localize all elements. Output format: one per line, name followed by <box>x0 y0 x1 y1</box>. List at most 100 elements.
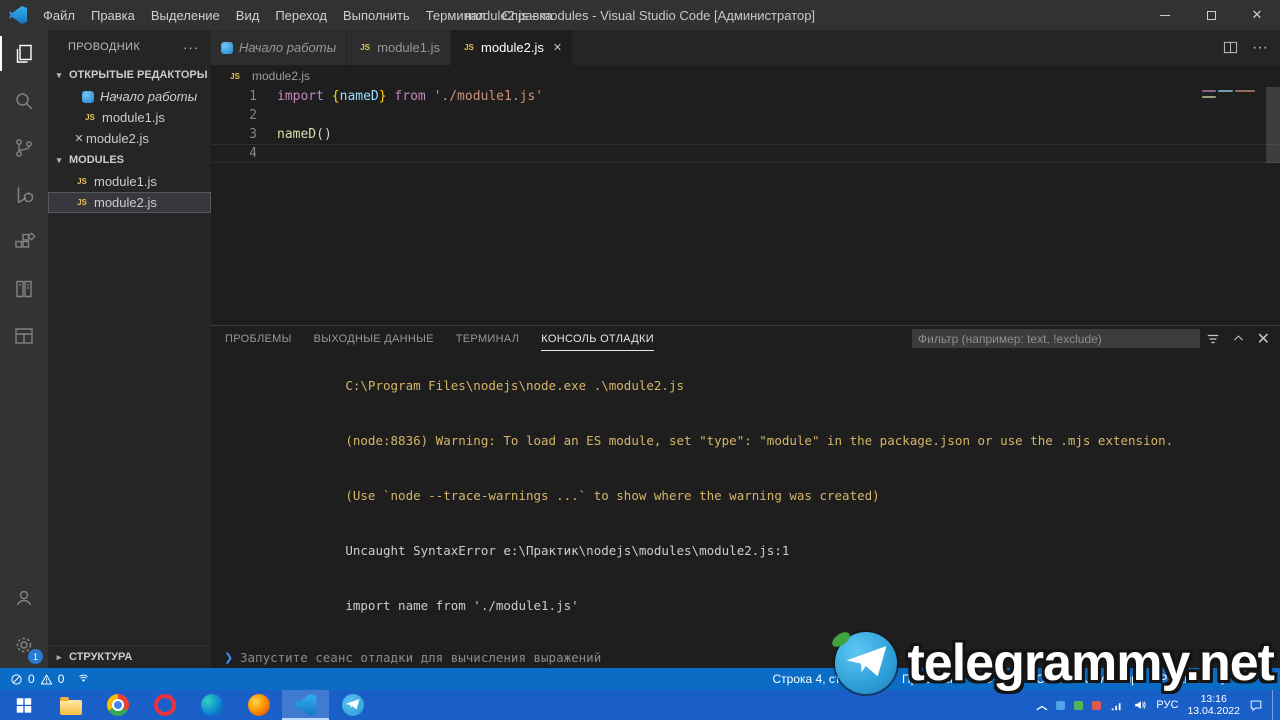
filter-input[interactable] <box>912 329 1200 348</box>
search-icon[interactable] <box>0 77 48 124</box>
editor-tab[interactable]: module2.js ✕ <box>451 30 574 65</box>
window-title: module2.js - modules - Visual Studio Cod… <box>464 7 816 23</box>
open-editors-header[interactable]: ▾ ОТКРЫТЫЕ РЕДАКТОРЫ <box>48 64 211 86</box>
extensions-icon[interactable] <box>0 218 48 265</box>
source-control-icon[interactable] <box>0 124 48 171</box>
line-number[interactable]: 3 <box>211 125 257 144</box>
status-extra-icon[interactable] <box>77 673 90 686</box>
title-bar: Файл Правка Выделение Вид Переход Выполнить Те… <box>0 0 1280 30</box>
close-icon[interactable]: ✕ <box>1234 0 1280 30</box>
split-editor-icon[interactable] <box>1223 40 1238 55</box>
status-item[interactable]: JavaScript <box>1076 672 1150 686</box>
more-actions-icon[interactable]: ··· <box>183 40 199 55</box>
explorer-icon[interactable] <box>0 30 48 77</box>
line-number[interactable]: 2 <box>211 106 257 125</box>
settings-gear-icon[interactable]: 1 <box>0 621 48 668</box>
hidden-icons-chevron-icon[interactable]: ︿ <box>1036 697 1047 713</box>
editor-tab[interactable]: module1.js ✕ <box>347 30 452 65</box>
clock[interactable]: 13:16 13.04.2022 <box>1187 693 1240 717</box>
book-icon[interactable] <box>0 265 48 312</box>
keyboard-language[interactable]: РУС <box>1156 699 1178 711</box>
code-line[interactable]: 1 import {nameD} from './module1.js' <box>211 87 1280 106</box>
status-item[interactable]: Prettier <box>1150 672 1207 686</box>
menu-item[interactable]: Выполнить <box>335 0 418 30</box>
open-editor-item[interactable]: ✕ module1.js <box>48 107 211 128</box>
close-icon[interactable]: ✕ <box>72 132 86 145</box>
open-editor-item[interactable]: ✕ module2.js <box>48 128 211 149</box>
editor-tab-bar: Начало работы ✕ module1.js ✕ module2.js … <box>211 30 1280 65</box>
code-line[interactable]: 4 <box>211 144 1280 163</box>
status-item[interactable]: Строка 4, столбец 1 <box>764 672 893 686</box>
chrome-button[interactable] <box>94 690 141 720</box>
vscode-button[interactable] <box>282 690 329 720</box>
warning-count[interactable]: 0 <box>58 672 65 686</box>
notifications-bell-icon[interactable] <box>1207 673 1238 686</box>
show-desktop-button[interactable] <box>1272 690 1277 720</box>
telegram-button[interactable] <box>329 690 376 720</box>
close-panel-icon[interactable]: ✕ <box>1257 329 1270 349</box>
edge-button[interactable] <box>188 690 235 720</box>
action-center-icon[interactable] <box>1249 698 1263 712</box>
status-bar: 0 0 Строка 4, столбец 1 Пробелы: 4 UTF-8 CR… <box>0 668 1280 690</box>
errors-icon[interactable] <box>10 673 23 686</box>
menu-item[interactable]: Вид <box>228 0 268 30</box>
folder-header[interactable]: ▾ MODULES <box>48 149 211 171</box>
minimize-icon[interactable] <box>1142 0 1188 30</box>
account-icon[interactable] <box>0 574 48 621</box>
status-item[interactable]: Пробелы: 4 <box>893 672 975 686</box>
panel-tab-label: ТЕРМИНАЛ <box>455 332 520 345</box>
volume-icon[interactable] <box>1133 698 1147 712</box>
maximize-panel-icon[interactable] <box>1232 332 1245 345</box>
panel-tab[interactable]: ТЕРМИНАЛ <box>456 326 519 351</box>
code-line[interactable]: 3 nameD() <box>211 125 1280 144</box>
scrollbar-thumb[interactable] <box>1266 87 1280 163</box>
code-token: nameD <box>339 89 379 104</box>
panel-tab[interactable]: ВЫХОДНЫЕ ДАННЫЕ <box>314 326 434 351</box>
status-item[interactable]: UTF-8 <box>975 672 1027 686</box>
console-text: Uncaught SyntaxError e:\Практик\nodejs\m… <box>345 542 790 558</box>
run-debug-icon[interactable] <box>0 171 48 218</box>
layout-icon[interactable] <box>0 312 48 359</box>
maximize-icon[interactable] <box>1188 0 1234 30</box>
status-left: 0 0 <box>0 672 90 686</box>
menu-item[interactable]: Правка <box>83 0 143 30</box>
app-icon <box>200 694 223 716</box>
line-content: import {nameD} from './module1.js' <box>257 87 543 106</box>
minimap[interactable] <box>1202 90 1262 102</box>
tab-bar-actions: ··· <box>1211 30 1280 65</box>
start-button[interactable] <box>0 690 47 720</box>
file-tree-item[interactable]: module2.js <box>48 192 211 213</box>
tray-app-icon[interactable] <box>1092 700 1102 710</box>
close-icon[interactable]: ✕ <box>553 41 562 54</box>
menu-item[interactable]: Переход <box>267 0 335 30</box>
outline-section-header[interactable]: ▸ СТРУКТУРА <box>48 645 211 668</box>
code-line[interactable]: 2 <box>211 106 1280 125</box>
file-explorer-button[interactable] <box>47 690 94 720</box>
open-editor-item[interactable]: ✕ Начало работы <box>48 86 211 107</box>
code-editor[interactable]: 1 import {nameD} from './module1.js' 2 3… <box>211 87 1280 325</box>
debug-console-input[interactable] <box>240 649 1280 665</box>
panel-tab[interactable]: ПРОБЛЕМЫ <box>225 326 292 351</box>
minimap-mark <box>1202 90 1216 92</box>
app-icon <box>294 694 317 716</box>
menu-item[interactable]: Файл <box>35 0 83 30</box>
panel-tab[interactable]: КОНСОЛЬ ОТЛАДКИ <box>541 326 654 351</box>
status-item[interactable]: CRLF <box>1027 672 1076 686</box>
line-number[interactable]: 1 <box>211 87 257 106</box>
opera-button[interactable] <box>141 690 188 720</box>
more-actions-icon[interactable]: ··· <box>1252 39 1268 57</box>
network-icon[interactable] <box>1110 698 1124 712</box>
breadcrumb[interactable]: module2.js <box>211 65 1280 87</box>
line-number[interactable]: 4 <box>211 144 257 163</box>
file-tree-item[interactable]: module1.js <box>48 171 211 192</box>
editor-scrollbar[interactable] <box>1266 87 1280 325</box>
error-count[interactable]: 0 <box>28 672 35 686</box>
warnings-icon[interactable] <box>40 673 53 686</box>
editor-tab[interactable]: Начало работы ✕ <box>211 30 348 65</box>
menu-item[interactable]: Выделение <box>143 0 228 30</box>
filter-levels-icon[interactable] <box>1206 332 1220 346</box>
sidebar-title: ПРОВОДНИК <box>68 41 141 53</box>
tray-shield-icon[interactable] <box>1074 700 1084 710</box>
firefox-button[interactable] <box>235 690 282 720</box>
tray-app-icon[interactable] <box>1056 700 1066 710</box>
